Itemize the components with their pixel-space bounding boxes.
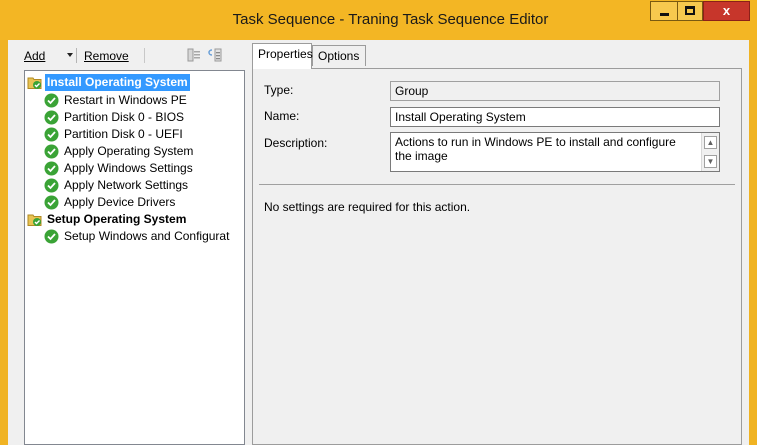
description-field[interactable]: Actions to run in Windows PE to install … bbox=[390, 132, 720, 172]
description-label: Description: bbox=[264, 136, 328, 150]
add-dropdown-arrow-icon[interactable] bbox=[67, 53, 73, 57]
no-settings-note: No settings are required for this action… bbox=[264, 200, 471, 214]
folder-check-icon bbox=[27, 214, 42, 226]
tree-toolbar: Add Remove bbox=[8, 40, 245, 68]
tree-group-label: Install Operating System bbox=[45, 74, 190, 91]
close-icon: x bbox=[722, 3, 731, 18]
folder-check-icon bbox=[27, 77, 42, 89]
scroll-up-icon[interactable]: ▲ bbox=[704, 136, 717, 149]
tree-step-label: Partition Disk 0 - UEFI bbox=[64, 127, 183, 141]
name-label: Name: bbox=[264, 109, 300, 123]
tab-options[interactable]: Options bbox=[312, 45, 366, 66]
tree-step-label: Restart in Windows PE bbox=[64, 93, 187, 107]
properties-panel: Type: Group Name: Install Operating Syst… bbox=[252, 68, 742, 445]
close-button[interactable]: x bbox=[703, 1, 750, 21]
check-circle-icon bbox=[44, 144, 59, 159]
toolbar-divider-2 bbox=[144, 48, 145, 63]
window-title: Task Sequence - Traning Task Sequence Ed… bbox=[232, 11, 549, 28]
type-field: Group bbox=[390, 81, 720, 101]
tree-step-label: Apply Device Drivers bbox=[64, 195, 176, 209]
check-circle-icon bbox=[44, 110, 59, 125]
tab-properties[interactable]: Properties bbox=[252, 43, 313, 69]
tree-step-label: Apply Network Settings bbox=[64, 178, 189, 192]
left-pane: Add Remove Install Operating System Rest… bbox=[8, 40, 245, 445]
right-pane: Properties Options Type: Group Name: Ins… bbox=[249, 40, 749, 445]
maximize-icon bbox=[685, 6, 695, 15]
check-circle-icon bbox=[44, 229, 59, 244]
section-divider bbox=[259, 184, 735, 185]
check-circle-icon bbox=[44, 161, 59, 176]
task-sequence-editor-window: Task Sequence - Traning Task Sequence Ed… bbox=[0, 0, 757, 445]
move-up-icon[interactable] bbox=[186, 48, 202, 62]
type-label: Type: bbox=[264, 83, 294, 97]
add-menu-button[interactable]: Add bbox=[24, 49, 45, 63]
title-bar[interactable]: Task Sequence - Traning Task Sequence Ed… bbox=[0, 0, 757, 40]
check-circle-icon bbox=[44, 178, 59, 193]
editor-client-area: Add Remove Install Operating System Rest… bbox=[8, 40, 749, 445]
check-circle-icon bbox=[44, 93, 59, 108]
description-scrollbar[interactable]: ▲ ▼ bbox=[701, 133, 719, 171]
add-label: Add bbox=[24, 49, 46, 63]
remove-button[interactable]: Remove bbox=[84, 49, 129, 63]
name-field[interactable]: Install Operating System bbox=[390, 107, 720, 127]
tree-step-label: Partition Disk 0 - BIOS bbox=[64, 110, 185, 124]
minimize-button[interactable] bbox=[650, 1, 677, 21]
tree-step-label: Apply Windows Settings bbox=[64, 161, 193, 175]
maximize-button[interactable] bbox=[677, 1, 703, 21]
tree-step-label: Setup Windows and Configurat bbox=[64, 229, 230, 243]
remove-label: Remove bbox=[84, 49, 129, 63]
description-text: Actions to run in Windows PE to install … bbox=[395, 135, 676, 163]
minimize-icon bbox=[660, 13, 669, 16]
scroll-down-icon[interactable]: ▼ bbox=[704, 155, 717, 168]
move-down-icon[interactable] bbox=[207, 48, 223, 62]
tree-step-label: Apply Operating System bbox=[64, 144, 194, 158]
tree-group-label: Setup Operating System bbox=[47, 212, 187, 226]
check-circle-icon bbox=[44, 195, 59, 210]
toolbar-divider bbox=[76, 48, 77, 63]
tab-strip: Properties Options bbox=[249, 40, 749, 69]
check-circle-icon bbox=[44, 127, 59, 142]
task-sequence-tree[interactable]: Install Operating System Restart in Wind… bbox=[24, 70, 245, 445]
